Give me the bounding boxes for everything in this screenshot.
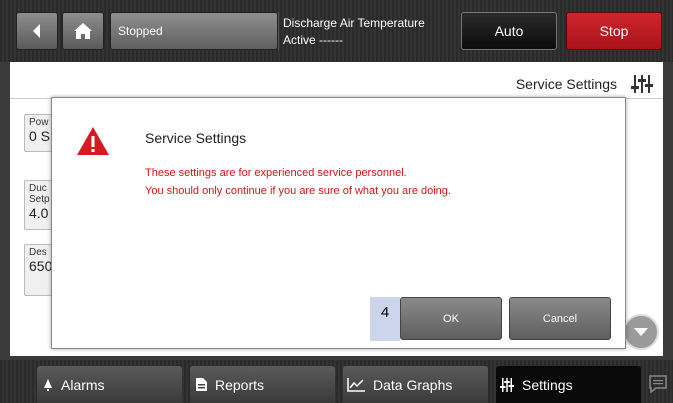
tab-label: Data Graphs [373,376,453,393]
chart-icon [347,377,365,392]
stop-button[interactable]: Stop [566,12,662,50]
bottom-nav: Alarms Reports Data Graphs Settings [0,360,673,403]
status-info: Discharge Air Temperature Active ------ [278,12,454,50]
tab-reports[interactable]: Reports [190,366,335,403]
dialog-message: These settings are for experienced servi… [145,164,451,200]
unit-status-label: Stopped [118,24,163,38]
chevron-down-icon [634,328,648,336]
dialog-message-line: You should only continue if you are sure… [145,185,451,197]
tab-data-graphs[interactable]: Data Graphs [343,366,488,403]
cancel-button[interactable]: Cancel [509,297,611,340]
document-icon [196,378,207,391]
scroll-down-button[interactable] [623,314,659,350]
card-label: Duc Setp [29,183,50,205]
info-title: Discharge Air Temperature [283,16,425,30]
bell-icon [44,378,52,391]
dialog-message-line: These settings are for experienced servi… [145,167,407,179]
tab-settings[interactable]: Settings [496,366,641,403]
sliders-icon [500,377,514,392]
page-title: Service Settings [515,76,617,92]
tab-label: Reports [215,376,265,393]
home-icon [74,23,92,39]
chat-icon[interactable] [648,374,668,394]
ok-button[interactable]: OK [400,297,502,340]
chevron-left-icon [33,24,40,38]
service-settings-dialog: Service Settings These settings are for … [51,97,626,349]
home-button[interactable] [62,12,104,50]
warning-icon [77,127,109,155]
auto-button[interactable]: Auto [461,12,557,50]
info-status: Active ------ [283,33,343,47]
dialog-title: Service Settings [145,130,247,146]
sliders-icon [631,75,653,93]
tab-label: Alarms [61,376,105,393]
unit-status[interactable]: Stopped [110,12,278,50]
step-badge: 4 [370,297,400,341]
tab-alarms[interactable]: Alarms [37,366,182,403]
top-bar: Stopped Discharge Air Temperature Active… [0,0,673,62]
back-button[interactable] [16,12,58,50]
tab-label: Settings [522,376,573,393]
